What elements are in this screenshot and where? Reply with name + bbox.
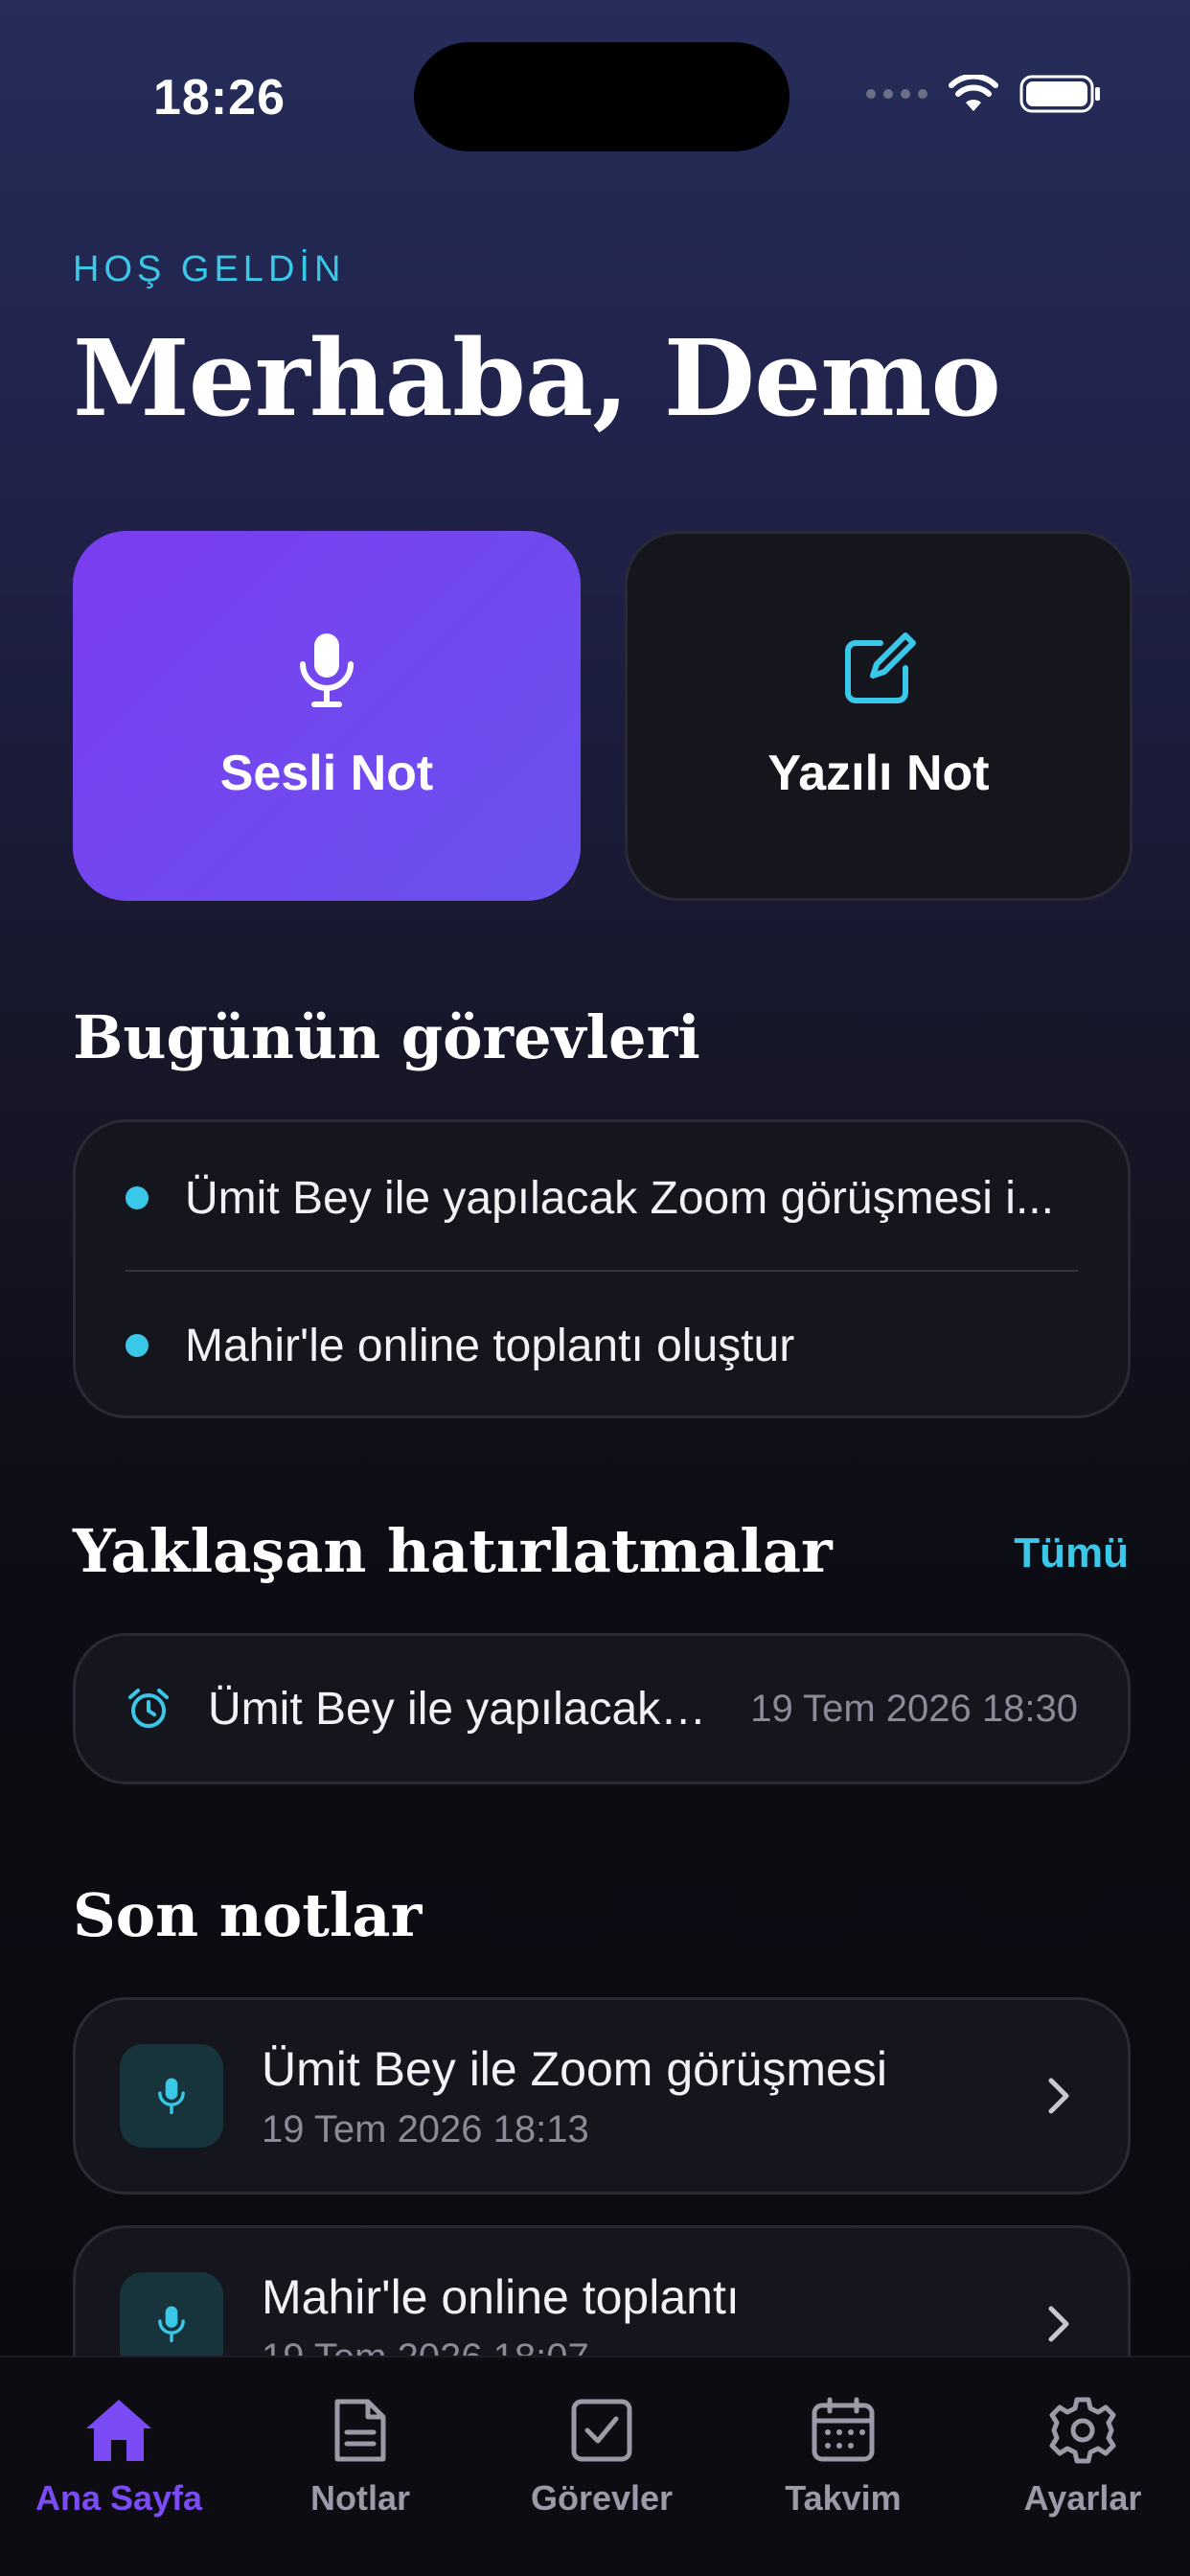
chevron-right-icon [1048, 2078, 1069, 2114]
battery-icon [1019, 75, 1100, 113]
tasks-card: Ümit Bey ile yapılacak Zoom görüşmesi i.… [73, 1119, 1131, 1418]
reminders-section-title: Yaklaşan hatırlatmalar [73, 1516, 833, 1586]
note-item[interactable]: Ümit Bey ile Zoom görüşmesi 19 Tem 2026 … [73, 1997, 1131, 2195]
task-text: Mahir'le online toplantı oluştur [185, 1320, 795, 1371]
page-title: Merhaba, Demo [73, 316, 1001, 440]
reminder-text: Ümit Bey ile yapılacak Z... [208, 1683, 715, 1735]
note-title: Mahir'le online toplantı [262, 2269, 740, 2324]
see-all-link[interactable]: Tümü [1014, 1530, 1129, 1577]
alarm-clock-icon [128, 1689, 169, 1728]
tab-label: Notlar [309, 2478, 410, 2518]
microphone-icon [158, 2306, 185, 2343]
voice-note-label: Sesli Not [219, 746, 434, 801]
tab-bar: Ana Sayfa Notlar Görevler Takvim Ayarlar [0, 2356, 1190, 2576]
signal-icon [866, 89, 927, 99]
tab-label: Takvim [785, 2478, 902, 2518]
tab-label: Ayarlar [1023, 2478, 1142, 2518]
note-date: 19 Tem 2026 18:13 [262, 2107, 589, 2150]
tab-settings[interactable]: Ayarlar [977, 2396, 1188, 2518]
task-item[interactable]: Ümit Bey ile yapılacak Zoom görüşmesi i.… [126, 1126, 1078, 1270]
microphone-icon [158, 2078, 185, 2115]
text-note-button[interactable]: Yazılı Not [625, 531, 1133, 901]
tab-label: Görevler [530, 2478, 674, 2518]
tab-calendar[interactable]: Takvim [738, 2396, 949, 2518]
greeting-eyebrow: HOŞ GELDİN [73, 249, 346, 289]
checkbox-icon [571, 2399, 632, 2462]
task-bullet-icon [126, 1334, 149, 1357]
microphone-icon [300, 633, 354, 707]
home-icon [86, 2400, 151, 2461]
task-bullet-icon [126, 1186, 149, 1209]
gear-icon [1049, 2397, 1116, 2464]
chevron-right-icon [1048, 2306, 1069, 2342]
status-time: 18:26 [153, 70, 286, 126]
task-item[interactable]: Mahir'le online toplantı oluştur [126, 1274, 1078, 1417]
tab-notes[interactable]: Notlar [255, 2396, 466, 2518]
calendar-icon [812, 2397, 875, 2462]
reminder-date: 19 Tem 2026 18:30 [750, 1687, 1078, 1730]
edit-icon [845, 632, 916, 703]
dynamic-island [414, 42, 790, 151]
status-icons [866, 75, 1102, 113]
divider [126, 1270, 1078, 1272]
note-title: Ümit Bey ile Zoom görüşmesi [262, 2041, 887, 2096]
tab-tasks[interactable]: Görevler [496, 2396, 707, 2518]
task-text: Ümit Bey ile yapılacak Zoom görüşmesi i.… [185, 1172, 1054, 1224]
document-icon [334, 2399, 386, 2462]
text-note-label: Yazılı Not [767, 746, 990, 801]
tab-label: Ana Sayfa [34, 2478, 203, 2518]
tab-home[interactable]: Ana Sayfa [13, 2396, 224, 2518]
tasks-section-title: Bugünün görevleri [73, 1002, 700, 1072]
wifi-icon [949, 75, 998, 111]
notes-section-title: Son notlar [73, 1880, 423, 1950]
voice-note-button[interactable]: Sesli Not [73, 531, 581, 901]
reminder-item[interactable]: Ümit Bey ile yapılacak Z... 19 Tem 2026 … [73, 1633, 1131, 1784]
note-type-badge [120, 2044, 223, 2148]
